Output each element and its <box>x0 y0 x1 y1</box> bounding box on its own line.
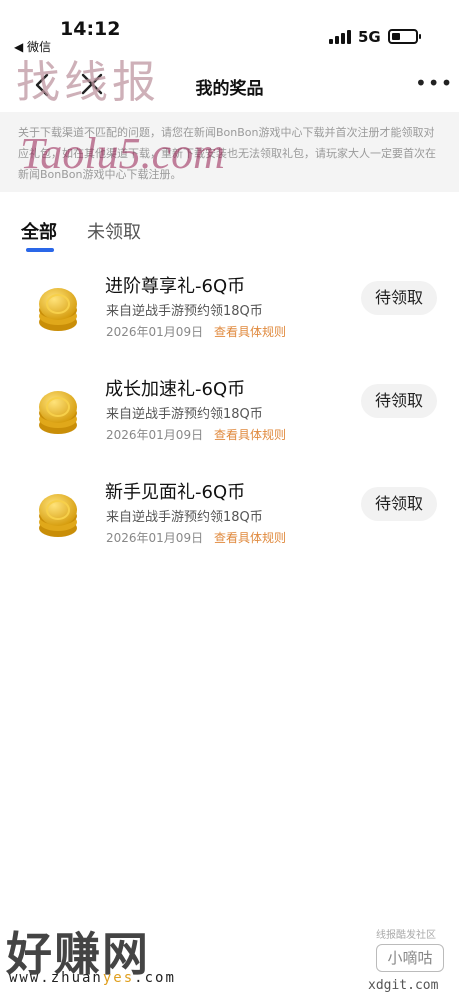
coin-stack-icon <box>39 391 77 434</box>
network-type: 5G <box>358 28 381 46</box>
more-icon[interactable]: ••• <box>415 73 453 93</box>
claim-button[interactable]: 待领取 <box>361 281 437 315</box>
prize-date: 2026年01月09日 <box>106 531 204 545</box>
prize-title: 新手见面礼-6Q币 <box>105 482 246 503</box>
tab-active-indicator <box>26 248 54 252</box>
battery-icon <box>388 29 421 44</box>
tab-unclaimed[interactable]: 未领取 <box>87 218 141 244</box>
coin-stack-icon <box>39 494 77 537</box>
watermark-badge-caption: 线报酷发社区 <box>376 930 436 941</box>
watermark-top: 找线报 <box>16 57 160 108</box>
prize-source: 来自逆战手游预约领18Q币 <box>106 304 263 319</box>
prize-title: 进阶尊享礼-6Q币 <box>105 276 246 297</box>
rule-link[interactable]: 查看具体规则 <box>214 323 286 340</box>
watermark-url: www.zhuanyes.com <box>9 970 176 986</box>
watermark-site: xdgit.com <box>368 978 439 993</box>
prize-date: 2026年01月09日 <box>106 325 204 339</box>
prize-date: 2026年01月09日 <box>106 428 204 442</box>
prize-source: 来自逆战手游预约领18Q币 <box>106 510 263 525</box>
signal-icon <box>329 30 351 44</box>
rule-link[interactable]: 查看具体规则 <box>214 426 286 443</box>
prize-title: 成长加速礼-6Q币 <box>105 379 246 400</box>
prize-source: 来自逆战手游预约领18Q币 <box>106 407 263 422</box>
tab-all[interactable]: 全部 <box>21 218 57 244</box>
claim-button[interactable]: 待领取 <box>361 384 437 418</box>
watermark-url-highlight: yes <box>102 970 135 986</box>
tab-bar: 全部 未领取 <box>0 212 459 256</box>
status-time: 14:12 <box>60 18 121 40</box>
watermark-badge: 小嘀咕 <box>376 944 444 972</box>
watermark-url-prefix: www.zhuan <box>9 970 103 986</box>
prize-item: 新手见面礼-6Q币 来自逆战手游预约领18Q币 2026年01月09日 查看具体… <box>0 468 459 568</box>
watermark-taolu: Taolu5.com <box>20 129 225 178</box>
rule-link[interactable]: 查看具体规则 <box>214 529 286 546</box>
coin-stack-icon <box>39 288 77 331</box>
prize-item: 进阶尊享礼-6Q币 来自逆战手游预约领18Q币 2026年01月09日 查看具体… <box>0 262 459 362</box>
claim-button[interactable]: 待领取 <box>361 487 437 521</box>
prize-item: 成长加速礼-6Q币 来自逆战手游预约领18Q币 2026年01月09日 查看具体… <box>0 365 459 465</box>
watermark-url-suffix: .com <box>134 970 176 986</box>
